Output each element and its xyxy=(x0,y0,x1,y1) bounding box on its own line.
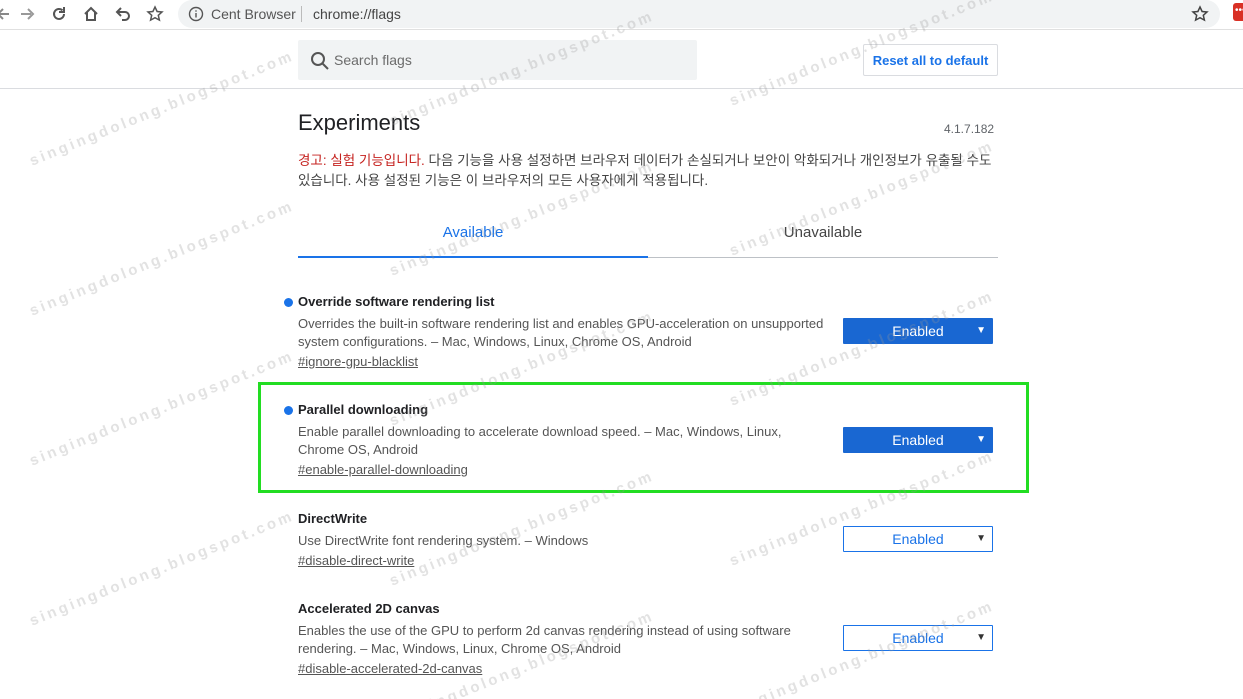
flag-permalink[interactable]: #disable-accelerated-2d-canvas xyxy=(298,660,482,678)
modified-dot-icon xyxy=(284,298,293,307)
flag-state-value: Enabled xyxy=(892,323,944,339)
flag-permalink[interactable]: #disable-direct-write xyxy=(298,552,414,570)
tab-unavailable[interactable]: Unavailable xyxy=(648,212,998,258)
chevron-down-icon: ▼ xyxy=(976,632,986,643)
flag-description: Enables the use of the GPU to perform 2d… xyxy=(298,623,791,656)
flag-state-select[interactable]: Enabled ▼ xyxy=(843,526,993,552)
undo-close-tab-icon[interactable] xyxy=(111,2,135,26)
flag-item: DirectWrite Use DirectWrite font renderi… xyxy=(298,510,998,570)
bookmark-star-icon[interactable] xyxy=(143,2,167,26)
flag-state-select[interactable]: Enabled ▼ xyxy=(843,625,993,651)
home-icon[interactable] xyxy=(79,2,103,26)
back-icon[interactable] xyxy=(0,2,16,26)
bookmark-page-star-icon[interactable] xyxy=(1188,2,1212,26)
flags-header: Reset all to default xyxy=(0,30,1243,89)
flag-item: Override software rendering list Overrid… xyxy=(284,293,998,371)
highlight-annotation-box xyxy=(258,382,1029,493)
chevron-down-icon: ▼ xyxy=(976,325,986,336)
flag-name: Accelerated 2D canvas xyxy=(298,601,440,616)
warning-message: 경고: 실험 기능입니다. 다음 기능을 사용 설정하면 브라우저 데이터가 손… xyxy=(298,151,998,191)
page-title: Experiments xyxy=(298,110,421,135)
warning-prefix: 경고: 실험 기능입니다. xyxy=(298,153,425,168)
browser-toolbar: Cent Browser chrome://flags ••• xyxy=(0,0,1243,30)
watermark: singingdolong.blogspot.com xyxy=(27,197,297,320)
watermark: singingdolong.blogspot.com xyxy=(27,507,297,630)
reload-icon[interactable] xyxy=(47,2,71,26)
flag-description: Use DirectWrite font rendering system. –… xyxy=(298,533,589,548)
forward-icon[interactable] xyxy=(15,2,39,26)
flag-state-value: Enabled xyxy=(892,531,944,547)
omnibox-separator xyxy=(301,6,302,22)
chevron-down-icon: ▼ xyxy=(976,533,986,544)
flag-item: Accelerated 2D canvas Enables the use of… xyxy=(298,600,998,678)
flag-state-value: Enabled xyxy=(892,630,944,646)
search-icon xyxy=(311,52,329,70)
active-tab-indicator xyxy=(298,256,648,258)
tab-bar: Available Unavailable xyxy=(298,212,998,258)
flag-state-select[interactable]: Enabled ▼ xyxy=(843,318,993,344)
version-label: 4.1.7.182 xyxy=(944,122,995,136)
search-input[interactable] xyxy=(334,40,684,80)
site-name: Cent Browser xyxy=(211,6,296,22)
url-text[interactable]: chrome://flags xyxy=(313,6,401,22)
tab-available[interactable]: Available xyxy=(298,212,648,258)
info-icon[interactable] xyxy=(184,2,208,26)
search-box[interactable] xyxy=(298,40,697,80)
extension-icon[interactable]: ••• xyxy=(1233,3,1243,21)
watermark: singingdolong.blogspot.com xyxy=(27,347,297,470)
flag-description: Overrides the built-in software renderin… xyxy=(298,316,824,349)
flag-permalink[interactable]: #ignore-gpu-blacklist xyxy=(298,353,418,371)
reset-all-button[interactable]: Reset all to default xyxy=(863,44,998,76)
flag-name: Override software rendering list xyxy=(298,294,495,309)
